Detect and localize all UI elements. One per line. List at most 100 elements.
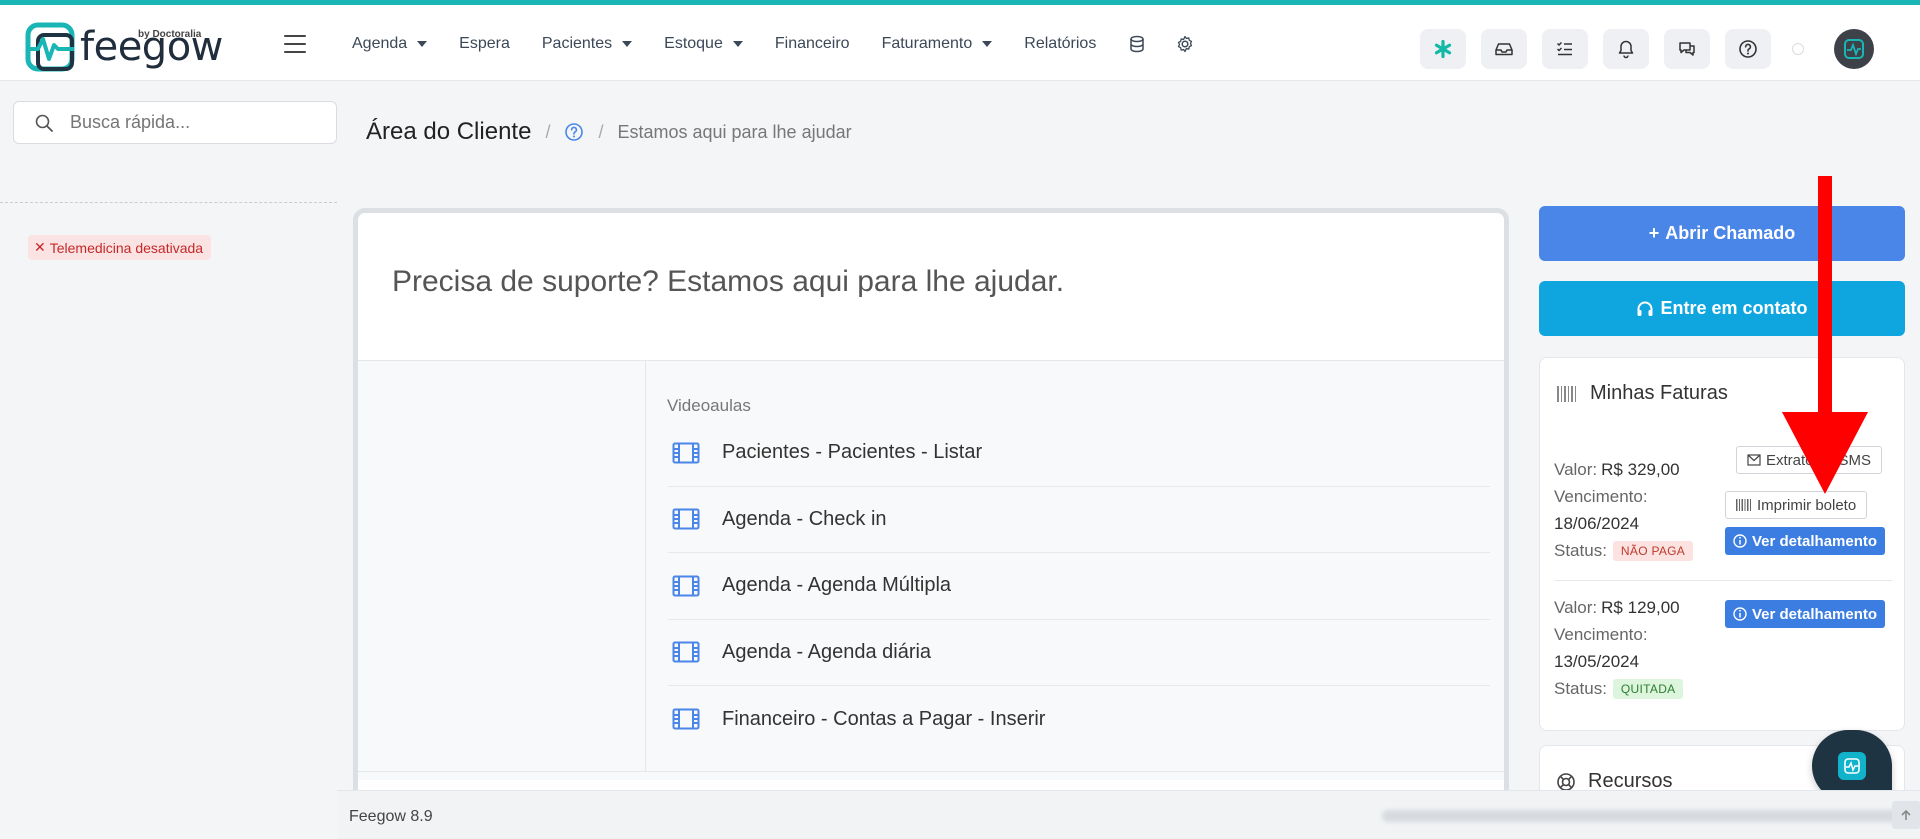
hamburger-menu-icon[interactable]: [284, 35, 306, 53]
invoice-value: R$ 129,00: [1601, 597, 1680, 617]
user-avatar[interactable]: [1834, 29, 1874, 69]
app-version: Feegow 8.9: [349, 808, 433, 825]
film-icon: [672, 641, 700, 663]
invoice-due-date: 18/06/2024: [1554, 513, 1640, 533]
video-item[interactable]: Pacientes - Pacientes - Listar: [668, 420, 1490, 487]
menu-financeiro[interactable]: Financeiro: [775, 35, 850, 53]
video-list: Pacientes - Pacientes - Listar Agenda - …: [668, 420, 1490, 753]
info-icon: [1733, 534, 1747, 548]
help-circle-icon[interactable]: [564, 122, 584, 142]
menu-label: Relatórios: [1024, 35, 1097, 52]
menu-agenda[interactable]: Agenda: [352, 35, 428, 53]
logo[interactable]: feegow by Doctoralia: [24, 21, 223, 73]
menu-relatorios[interactable]: Relatórios: [1024, 35, 1096, 53]
view-details-button[interactable]: Ver detalhamento: [1725, 600, 1886, 628]
caret-down-icon: [732, 41, 743, 47]
video-item[interactable]: Agenda - Agenda Múltipla: [668, 553, 1490, 620]
breadcrumb-separator: /: [545, 121, 551, 142]
breadcrumb-subtitle: Estamos aqui para lhe ajudar: [617, 121, 852, 142]
chat-fab-icon: [1838, 752, 1866, 780]
asterisk-icon: [1434, 39, 1452, 59]
logo-mark-icon: [25, 22, 75, 72]
plus-icon: +: [1648, 223, 1660, 243]
close-icon: ✕: [34, 239, 46, 255]
header-actions: [1420, 29, 1874, 69]
support-body: Videoaulas Pacientes - Pacientes - Lista…: [358, 360, 1504, 780]
gear-icon[interactable]: [1176, 35, 1194, 53]
help-button[interactable]: [1725, 29, 1771, 69]
chat-icon: [1679, 42, 1695, 56]
status-label: Status:: [1554, 540, 1607, 560]
menu-pacientes[interactable]: Pacientes: [542, 35, 633, 53]
video-title: Agenda - Check in: [722, 507, 887, 530]
support-headline: Precisa de suporte? Estamos aqui para lh…: [392, 265, 1065, 298]
barcode-icon: [1557, 385, 1576, 402]
barcode-icon: [1736, 499, 1751, 511]
menu-espera[interactable]: Espera: [459, 35, 510, 53]
inbox-icon: [1495, 43, 1513, 56]
view-details-button[interactable]: Ver detalhamento: [1725, 527, 1886, 555]
search-input[interactable]: [70, 112, 310, 133]
due-label: Vencimento:: [1554, 624, 1648, 644]
film-icon: [672, 708, 700, 730]
caret-down-icon: [982, 41, 993, 47]
database-icon[interactable]: [1128, 35, 1146, 53]
value-label: Valor:: [1554, 597, 1598, 617]
menu-label: Agenda: [352, 35, 408, 52]
help-icon: [1739, 40, 1757, 58]
menu-label: Financeiro: [774, 35, 850, 52]
footer-blurred-info: [1382, 810, 1902, 822]
scroll-top-button[interactable]: [1892, 801, 1920, 829]
support-panel: Precisa de suporte? Estamos aqui para lh…: [353, 208, 1509, 808]
bell-icon: [1618, 40, 1634, 59]
headset-icon: [1637, 301, 1653, 316]
video-title: Agenda - Agenda Múltipla: [722, 574, 952, 597]
status-badge: QUITADA: [1612, 678, 1684, 699]
caret-down-icon: [417, 41, 428, 47]
invoice-value: R$ 329,00: [1601, 459, 1680, 479]
annotation-arrow-icon: [1782, 176, 1868, 494]
menu-label: Espera: [459, 35, 510, 52]
menu-label: Estoque: [664, 35, 723, 52]
menu-faturamento[interactable]: Faturamento: [882, 35, 993, 53]
breadcrumb: Área do Cliente / / Estamos aqui para lh…: [366, 118, 852, 146]
due-label: Vencimento:: [1554, 486, 1648, 506]
invoices-title: Minhas Faturas: [1590, 382, 1728, 404]
lifebuoy-icon: [1557, 772, 1575, 791]
arrow-up-icon: [1901, 809, 1911, 820]
logo-by-text: by Doctoralia: [138, 29, 202, 40]
asterisk-button[interactable]: [1420, 29, 1466, 69]
search-icon: [35, 114, 53, 132]
sidebar-divider: [0, 202, 337, 203]
caret-down-icon: [622, 41, 633, 47]
view-details-label: Ver detalhamento: [1752, 532, 1878, 550]
invoices-header: Minhas Faturas: [1556, 382, 1728, 405]
film-icon: [672, 442, 700, 464]
video-item[interactable]: Agenda - Agenda diária: [668, 620, 1490, 686]
breadcrumb-separator: /: [598, 121, 604, 142]
notifications-button[interactable]: [1603, 29, 1649, 69]
sidebar: ✕ Telemedicina desativada: [0, 82, 337, 839]
film-icon: [672, 508, 700, 530]
video-item[interactable]: Agenda - Check in: [668, 487, 1490, 553]
video-item[interactable]: Financeiro - Contas a Pagar - Inserir: [668, 686, 1490, 753]
checklist-icon: [1556, 41, 1572, 56]
avatar-logo-icon: [1844, 39, 1864, 59]
info-icon: [1733, 607, 1747, 621]
envelope-icon: [1747, 454, 1761, 466]
telemedicine-label: Telemedicina desativada: [49, 239, 204, 256]
panel-divider: [358, 771, 1504, 772]
inbox-button[interactable]: [1481, 29, 1527, 69]
invoice-divider: [1554, 580, 1892, 581]
quick-search[interactable]: [13, 101, 337, 144]
value-label: Valor:: [1554, 459, 1598, 479]
video-title: Pacientes - Pacientes - Listar: [722, 441, 983, 464]
checklist-button[interactable]: [1542, 29, 1588, 69]
status-badge: NÃO PAGA: [1612, 540, 1694, 561]
menu-estoque[interactable]: Estoque: [664, 35, 743, 53]
open-ticket-label: Abrir Chamado: [1665, 223, 1796, 243]
top-navbar: feegow by Doctoralia Agenda Espera Pacie…: [0, 5, 1920, 81]
footer: Feegow 8.9: [337, 790, 1920, 839]
page-title: Área do Cliente: [366, 118, 532, 145]
chat-button[interactable]: [1664, 29, 1710, 69]
